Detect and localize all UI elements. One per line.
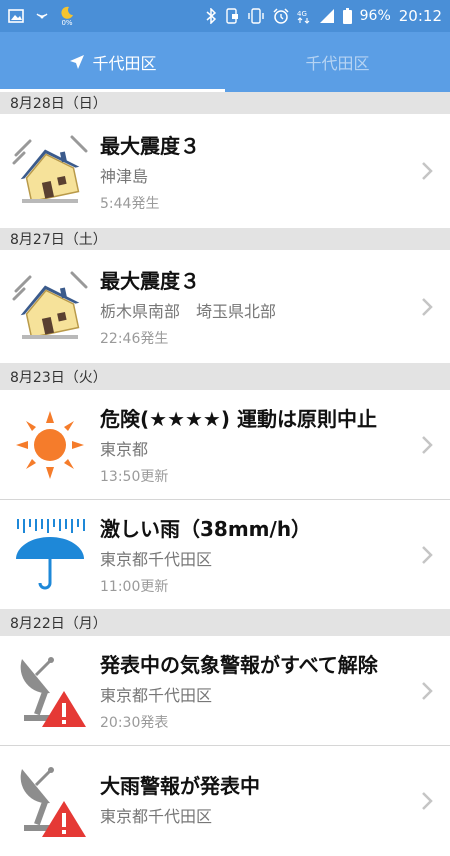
tab-label: 千代田区 (92, 54, 157, 73)
tab-label: 千代田区 (305, 54, 370, 73)
4g-icon: 4G (297, 8, 311, 24)
item-subtitle: 東京都千代田区 (100, 806, 213, 826)
alarm-icon (273, 8, 289, 24)
signal-icon (319, 8, 335, 24)
list-item[interactable]: 危険(★★★★) 運動は原則中止 東京都 13:50更新 (0, 390, 450, 500)
item-title: 危険(★★★★) 運動は原則中止 (100, 407, 377, 431)
status-bar: 0% 4G 96% 20:12 (0, 0, 450, 32)
date-header: 8月28日（日） (0, 92, 450, 114)
item-title: 激しい雨（38mm/h） (100, 517, 312, 541)
battery-icon (342, 8, 352, 24)
satellite-warning-icon (0, 751, 100, 851)
item-time: 22:46発生 (100, 331, 169, 347)
item-title: 最大震度３ (100, 133, 200, 158)
clock: 20:12 (398, 7, 442, 25)
list-item[interactable]: 大雨警報が発表中 東京都千代田区 (0, 746, 450, 856)
chevron-right-icon (412, 791, 442, 811)
phone-lock-icon (225, 8, 239, 24)
date-header: 8月22日（月） (0, 609, 450, 636)
date-header: 8月27日（土） (0, 228, 450, 250)
item-subtitle: 東京都千代田区 (100, 550, 213, 569)
bluetooth-icon (205, 8, 217, 24)
item-title: 発表中の気象警報がすべて解除 (100, 653, 378, 677)
item-title: 最大震度３ (100, 269, 200, 293)
item-time: 20:30発表 (100, 715, 169, 731)
item-subtitle: 東京都千代田区 (100, 686, 213, 705)
chevron-right-icon (412, 297, 442, 317)
list-item[interactable]: 発表中の気象警報がすべて解除 東京都千代田区 20:30発表 (0, 636, 450, 746)
vibrate-icon (247, 8, 265, 24)
list-item[interactable]: 激しい雨（38mm/h） 東京都千代田区 11:00更新 (0, 500, 450, 609)
date-header: 8月23日（火） (0, 363, 450, 390)
item-time: 11:00更新 (100, 579, 169, 595)
earthquake-house-icon (0, 121, 100, 221)
item-subtitle: 東京都 (100, 440, 149, 459)
list-item[interactable]: 最大震度３ 神津島 5:44発生 (0, 114, 450, 228)
heavy-rain-umbrella-icon (0, 505, 100, 605)
sun-icon (0, 395, 100, 495)
item-time: 5:44発生 (100, 195, 160, 212)
chevron-right-icon (412, 161, 442, 181)
chevron-right-icon (412, 545, 442, 565)
item-time: 13:50更新 (100, 469, 169, 485)
moon-percent: 0% (61, 18, 73, 27)
chevron-right-icon (412, 435, 442, 455)
satellite-warning-icon (0, 641, 100, 741)
item-title: 大雨警報が発表中 (100, 773, 260, 798)
svg-text:4G: 4G (297, 10, 307, 18)
image-icon (8, 8, 24, 24)
tab-current-location[interactable]: 千代田区 (0, 32, 225, 92)
tab-bar: 千代田区 千代田区 (0, 32, 450, 92)
item-subtitle: 神津島 (100, 166, 149, 186)
battery-percent: 96% (359, 8, 391, 24)
item-subtitle: 栃木県南部 埼玉県北部 (100, 302, 277, 321)
tab-registered-location[interactable]: 千代田区 (225, 32, 450, 92)
chevron-right-icon (412, 681, 442, 701)
nfc-icon (34, 8, 50, 24)
moon-icon: 0% (60, 6, 74, 27)
notification-list: 8月28日（日） 最大震度３ 神津島 5:44発生 8月27日（土） 最大震度３… (0, 92, 450, 856)
location-arrow-icon (68, 53, 86, 71)
list-item[interactable]: 最大震度３ 栃木県南部 埼玉県北部 22:46発生 (0, 250, 450, 363)
earthquake-house-icon (0, 257, 100, 357)
